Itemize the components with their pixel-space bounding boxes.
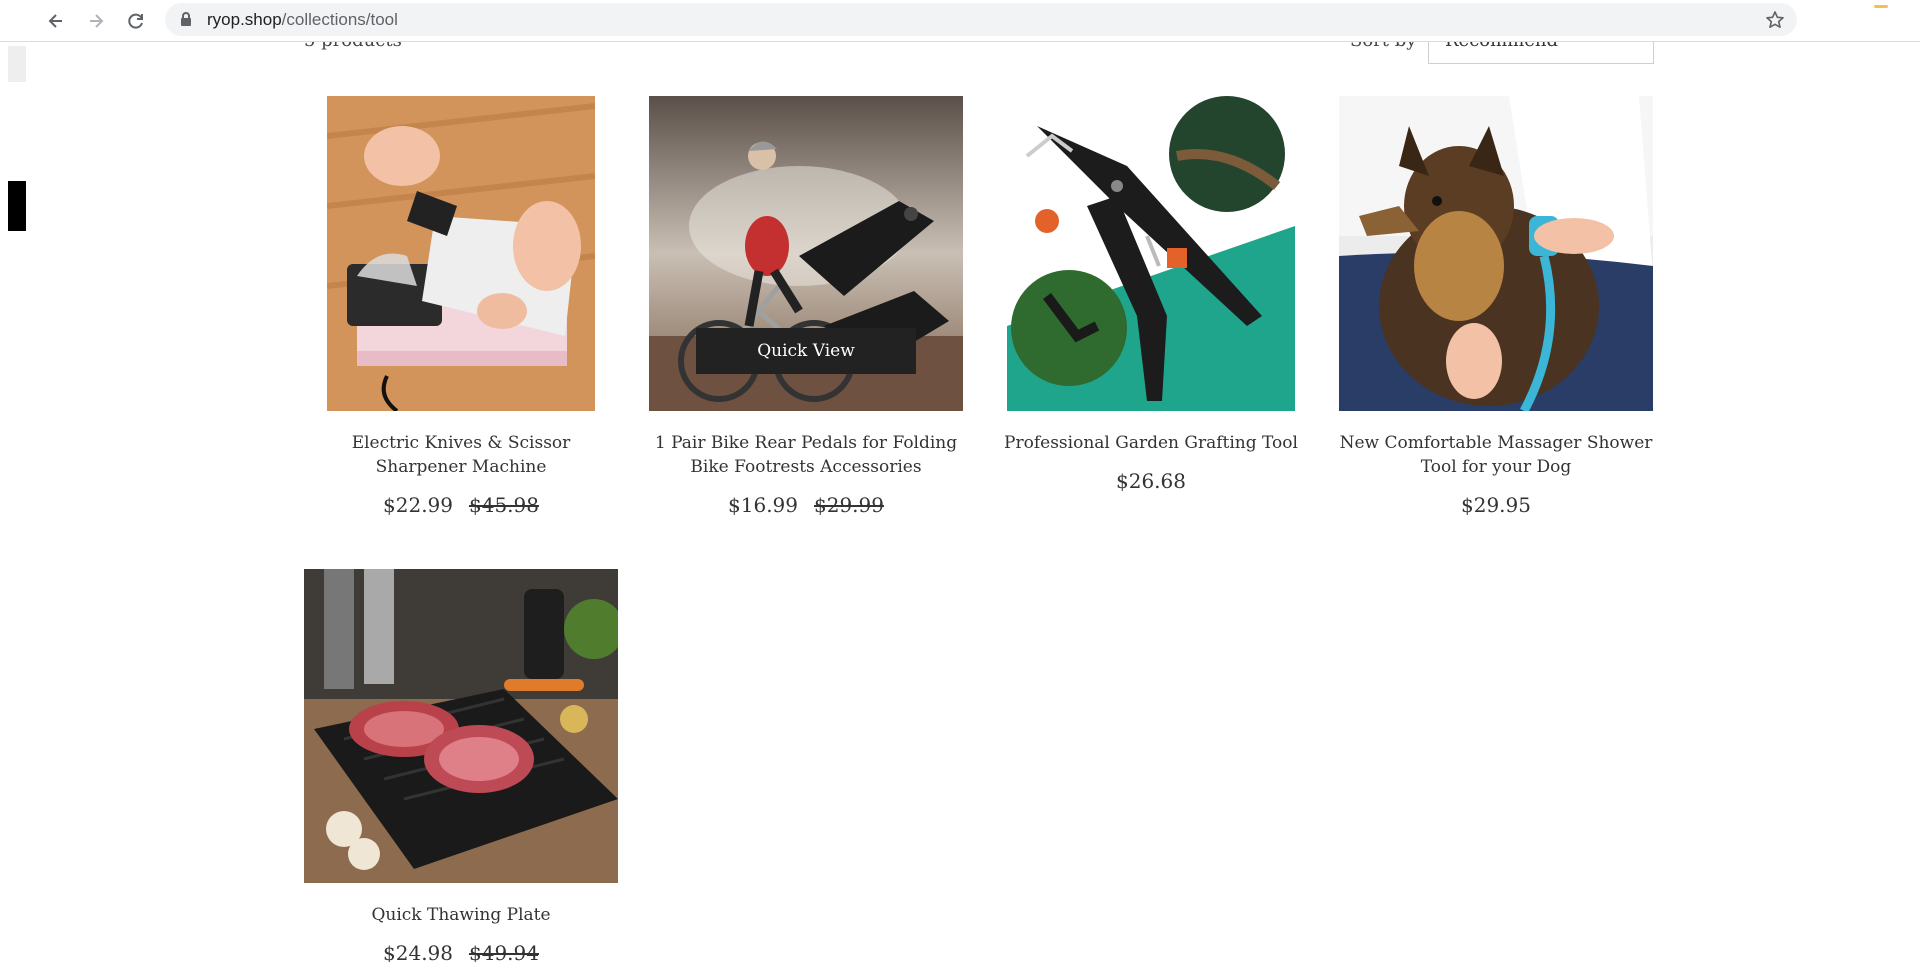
compare-price: $45.98	[469, 493, 539, 517]
star-icon[interactable]	[1765, 10, 1785, 30]
forward-icon	[90, 14, 104, 28]
product-image[interactable]	[1007, 96, 1295, 411]
product-card[interactable]: Professional Garden Grafting Tool $26.68	[994, 96, 1308, 493]
product-price-row: $16.99 $29.99	[649, 493, 963, 517]
product-price: $29.95	[1461, 493, 1531, 517]
product-title[interactable]: 1 Pair Bike Rear Pedals for Folding Bike…	[649, 431, 963, 479]
product-image[interactable]: Quick View	[649, 96, 963, 411]
lock-icon	[181, 12, 191, 26]
product-card[interactable]: New Comfortable Massager Shower Tool for…	[1339, 96, 1653, 517]
product-image[interactable]	[327, 96, 595, 411]
compare-price: $49.94	[469, 941, 539, 962]
forward-button[interactable]	[82, 7, 110, 35]
product-card[interactable]: Electric Knives & Scissor Sharpener Mach…	[304, 96, 618, 517]
url-text: ryop.shop/collections/tool	[207, 10, 398, 30]
reload-icon	[128, 13, 143, 29]
product-price: $24.98	[383, 941, 453, 962]
product-image[interactable]	[304, 569, 618, 883]
product-price: $16.99	[728, 493, 798, 517]
product-card[interactable]: Quick Thawing Plate $24.98 $49.94	[304, 569, 618, 962]
url-host: ryop.shop	[207, 10, 282, 29]
compare-price: $29.99	[814, 493, 884, 517]
reload-button[interactable]	[122, 7, 150, 35]
product-card[interactable]: Quick View 1 Pair Bike Rear Pedals for F…	[649, 96, 963, 517]
profile-indicator	[1874, 5, 1888, 8]
product-title[interactable]: Professional Garden Grafting Tool	[994, 431, 1308, 455]
browser-toolbar: ryop.shop/collections/tool	[0, 0, 1920, 42]
product-image[interactable]	[1339, 96, 1653, 411]
product-price-row: $24.98 $49.94	[304, 941, 618, 962]
product-price-row: $29.95	[1339, 493, 1653, 517]
product-price: $26.68	[1116, 469, 1186, 493]
url-path: /collections/tool	[281, 10, 398, 29]
product-title[interactable]: Electric Knives & Scissor Sharpener Mach…	[304, 431, 618, 479]
side-tab-fragment[interactable]	[8, 181, 26, 231]
quick-view-button[interactable]: Quick View	[696, 328, 916, 374]
side-panel-fragment	[8, 46, 26, 82]
product-title[interactable]: Quick Thawing Plate	[304, 903, 618, 927]
product-title[interactable]: New Comfortable Massager Shower Tool for…	[1339, 431, 1653, 479]
product-price-row: $26.68	[994, 469, 1308, 493]
back-button[interactable]	[42, 7, 70, 35]
address-bar[interactable]: ryop.shop/collections/tool	[165, 3, 1797, 36]
product-price-row: $22.99 $45.98	[304, 493, 618, 517]
back-icon	[48, 14, 62, 28]
product-price: $22.99	[383, 493, 453, 517]
